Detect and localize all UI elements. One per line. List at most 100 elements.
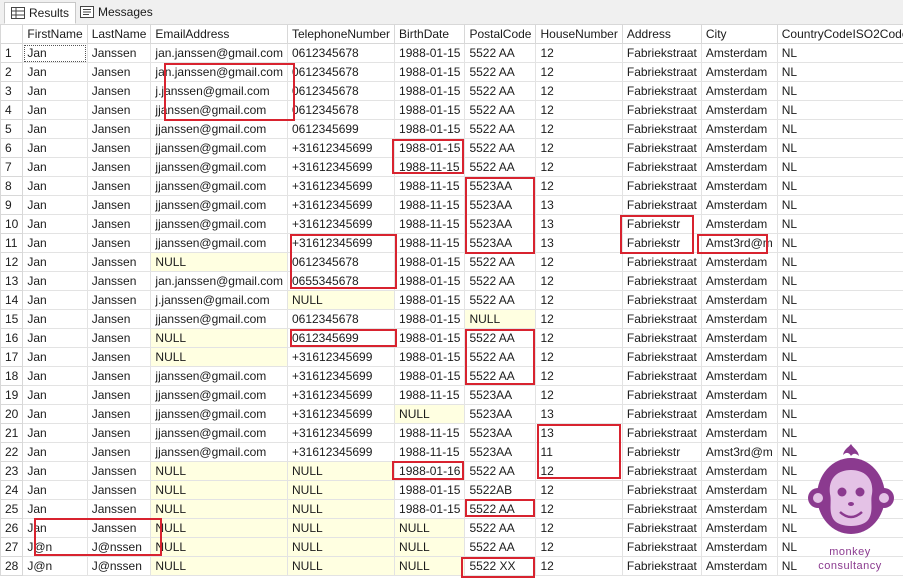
grid-cell[interactable]: Amsterdam xyxy=(700,347,778,367)
grid-cell[interactable]: 5522 AA xyxy=(464,119,537,139)
grid-cell[interactable]: 5522 AA xyxy=(464,271,537,291)
grid-cell[interactable]: Amsterdam xyxy=(700,499,778,519)
column-header[interactable]: HouseNumber xyxy=(535,24,623,44)
tab-messages[interactable]: Messages xyxy=(74,2,159,22)
column-header[interactable]: FirstName xyxy=(22,24,88,44)
grid-cell[interactable]: 12 xyxy=(535,328,623,348)
grid-cell[interactable]: NULL xyxy=(394,556,466,576)
grid-cell[interactable]: jan.janssen@gmail.com xyxy=(150,271,288,291)
grid-cell[interactable]: Amsterdam xyxy=(700,176,778,196)
grid-cell[interactable]: 5523AA xyxy=(464,176,537,196)
grid-cell[interactable]: Jan xyxy=(22,309,88,329)
table-row[interactable]: 21 Jan Jansen jjanssen@gmail.com +3161234569… xyxy=(0,423,903,443)
grid-cell[interactable]: 1988-01-15 xyxy=(394,480,466,500)
grid-cell[interactable]: NULL xyxy=(150,328,288,348)
grid-cell[interactable]: Jan xyxy=(22,81,88,101)
grid-cell[interactable]: J@nssen xyxy=(86,537,152,557)
grid-cell[interactable]: NL xyxy=(776,252,903,272)
grid-cell[interactable]: Amsterdam xyxy=(700,556,778,576)
grid-cell[interactable]: 5523AA xyxy=(464,233,537,253)
grid-cell[interactable]: j.janssen@gmail.com xyxy=(150,290,288,310)
grid-cell[interactable]: Amsterdam xyxy=(700,271,778,291)
grid-cell[interactable]: 5522 AA xyxy=(464,157,537,177)
grid-cell[interactable]: 1988-01-15 xyxy=(394,62,466,82)
grid-cell[interactable]: Jan xyxy=(22,195,88,215)
grid-cell[interactable]: jjanssen@gmail.com xyxy=(150,138,288,158)
grid-cell[interactable]: Jan xyxy=(22,290,88,310)
grid-cell[interactable]: Jansen xyxy=(86,81,152,101)
grid-cell[interactable]: NL xyxy=(776,290,903,310)
grid-cell[interactable]: 1988-01-15 xyxy=(394,138,466,158)
grid-cell[interactable]: Jansen xyxy=(86,366,152,386)
column-header[interactable]: PostalCode xyxy=(464,24,537,44)
table-row[interactable]: 8 Jan Jansen jjanssen@gmail.com +31612345699… xyxy=(0,176,903,196)
grid-cell[interactable]: 12 xyxy=(535,119,623,139)
grid-cell[interactable]: Jansen xyxy=(86,404,152,424)
grid-cell[interactable]: Fabriekstraat xyxy=(621,195,702,215)
grid-cell[interactable]: 0612345699 xyxy=(286,328,396,348)
grid-cell[interactable]: 1988-01-15 xyxy=(394,252,466,272)
grid-cell[interactable]: 5522 AA xyxy=(464,81,537,101)
row-number[interactable]: 28 xyxy=(0,556,24,576)
grid-cell[interactable]: NULL xyxy=(286,537,396,557)
grid-cell[interactable]: NL xyxy=(776,404,903,424)
grid-cell[interactable]: Jan xyxy=(22,271,88,291)
grid-cell[interactable]: jjanssen@gmail.com xyxy=(150,366,288,386)
grid-cell[interactable]: Janssen xyxy=(86,252,152,272)
grid-cell[interactable]: 1988-11-15 xyxy=(394,385,466,405)
grid-cell[interactable]: NL xyxy=(776,176,903,196)
grid-cell[interactable]: +31612345699 xyxy=(286,423,396,443)
grid-cell[interactable]: Fabriekstraat xyxy=(621,518,702,538)
grid-cell[interactable]: NL xyxy=(776,385,903,405)
grid-cell[interactable]: Jan xyxy=(22,62,88,82)
grid-cell[interactable]: 1988-01-15 xyxy=(394,347,466,367)
grid-cell[interactable]: +31612345699 xyxy=(286,442,396,462)
grid-cell[interactable]: Jan xyxy=(22,119,88,139)
grid-cell[interactable]: Amsterdam xyxy=(700,100,778,120)
grid-cell[interactable]: 12 xyxy=(535,366,623,386)
grid-cell[interactable]: jjanssen@gmail.com xyxy=(150,309,288,329)
grid-cell[interactable]: 12 xyxy=(535,176,623,196)
results-grid[interactable]: FirstName LastName EmailAddress TelephoneNu… xyxy=(0,24,903,581)
table-row[interactable]: 22 Jan Jansen jjanssen@gmail.com +3161234569… xyxy=(0,442,903,462)
grid-cell[interactable]: NULL xyxy=(286,518,396,538)
grid-cell[interactable]: Janssen xyxy=(86,461,152,481)
grid-cell[interactable]: 1988-01-15 xyxy=(394,81,466,101)
grid-cell[interactable]: Fabriekstr xyxy=(621,442,702,462)
grid-cell[interactable]: Jan xyxy=(22,157,88,177)
table-row[interactable]: 4 Jan Jansen jjanssen@gmail.com 0612345678 19… xyxy=(0,100,903,120)
grid-cell[interactable]: 5522 AA xyxy=(464,328,537,348)
grid-cell[interactable]: 11 xyxy=(535,442,623,462)
grid-cell[interactable]: Fabriekstraat xyxy=(621,138,702,158)
grid-cell[interactable]: 12 xyxy=(535,252,623,272)
row-number[interactable]: 2 xyxy=(0,62,24,82)
grid-cell[interactable]: Fabriekstraat xyxy=(621,252,702,272)
table-row[interactable]: 17 Jan Jansen NULL +31612345699 1988-01-15 552… xyxy=(0,347,903,367)
row-number[interactable]: 21 xyxy=(0,423,24,443)
row-number[interactable]: 27 xyxy=(0,537,24,557)
grid-cell[interactable]: Fabriekstraat xyxy=(621,328,702,348)
grid-cell[interactable]: 13 xyxy=(535,195,623,215)
table-row[interactable]: 25 Jan Janssen NULL NULL 1988-01-15 5522 AA 12 F… xyxy=(0,499,903,519)
row-number[interactable]: 19 xyxy=(0,385,24,405)
grid-cell[interactable]: +31612345699 xyxy=(286,214,396,234)
grid-cell[interactable]: 1988-11-15 xyxy=(394,157,466,177)
grid-cell[interactable]: Jansen xyxy=(86,100,152,120)
row-number[interactable]: 23 xyxy=(0,461,24,481)
grid-cell[interactable]: 12 xyxy=(535,157,623,177)
grid-cell[interactable]: NL xyxy=(776,157,903,177)
grid-cell[interactable]: Amsterdam xyxy=(700,290,778,310)
grid-cell[interactable]: 0612345678 xyxy=(286,62,396,82)
grid-cell[interactable]: NL xyxy=(776,81,903,101)
grid-cell[interactable]: Jan xyxy=(22,233,88,253)
grid-cell[interactable]: NULL xyxy=(286,480,396,500)
grid-cell[interactable]: Jansen xyxy=(86,138,152,158)
grid-cell[interactable]: Fabriekstraat xyxy=(621,499,702,519)
grid-cell[interactable]: Jan xyxy=(22,100,88,120)
grid-cell[interactable]: NULL xyxy=(150,347,288,367)
grid-cell[interactable]: jjanssen@gmail.com xyxy=(150,423,288,443)
grid-cell[interactable]: Janssen xyxy=(86,43,152,63)
grid-cell[interactable]: +31612345699 xyxy=(286,347,396,367)
grid-cell[interactable]: Amsterdam xyxy=(700,309,778,329)
grid-cell[interactable]: NL xyxy=(776,309,903,329)
